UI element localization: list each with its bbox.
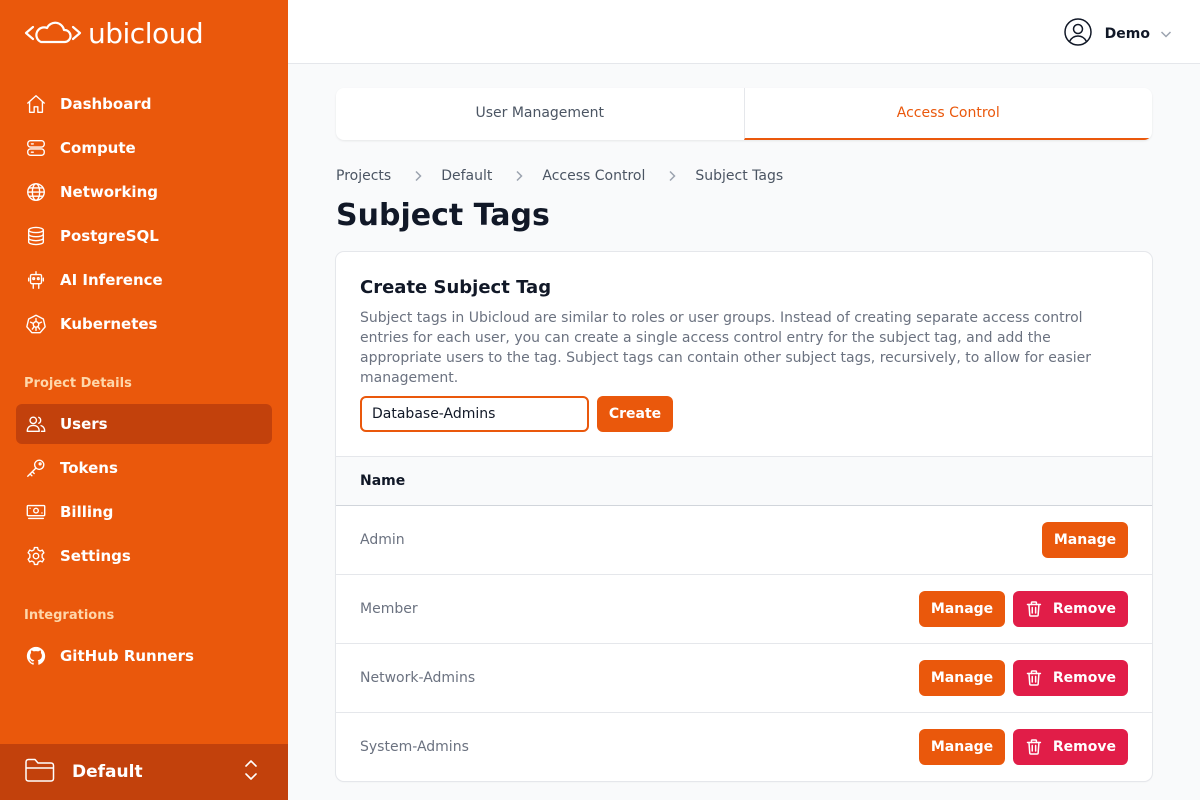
top-bar: Demo bbox=[288, 0, 1200, 64]
table-row: Network-Admins Manage Remove bbox=[336, 644, 1152, 713]
sidebar-item-label: Kubernetes bbox=[60, 315, 158, 333]
sidebar-item-tokens[interactable]: Tokens bbox=[16, 448, 272, 488]
manage-button[interactable]: Manage bbox=[919, 660, 1005, 696]
tab-access-control[interactable]: Access Control bbox=[743, 88, 1152, 140]
sidebar-item-dashboard[interactable]: Dashboard bbox=[16, 84, 272, 124]
create-row: Create bbox=[360, 396, 1128, 432]
brand-name: ubicloud bbox=[88, 16, 204, 50]
remove-label: Remove bbox=[1052, 670, 1116, 686]
tab-user-management[interactable]: User Management bbox=[336, 88, 744, 140]
main-content: User Management Access Control Projects … bbox=[336, 88, 1152, 781]
subject-tag-name: Network-Admins bbox=[360, 670, 476, 686]
chevron-down-icon bbox=[1160, 25, 1172, 44]
server-icon bbox=[24, 136, 48, 160]
sidebar-item-label: Tokens bbox=[60, 459, 118, 477]
create-description: Subject tags in Ubicloud are similar to … bbox=[360, 310, 1092, 386]
project-name: Default bbox=[72, 762, 143, 782]
user-menu[interactable]: Demo bbox=[1063, 17, 1172, 51]
remove-button[interactable]: Remove bbox=[1013, 660, 1128, 696]
breadcrumb: Projects Default Access Control Subject … bbox=[336, 166, 1152, 186]
sidebar-item-label: GitHub Runners bbox=[60, 647, 194, 665]
row-actions: Manage Remove bbox=[919, 729, 1128, 765]
tab-bar: User Management Access Control bbox=[336, 88, 1152, 140]
users-icon bbox=[24, 412, 48, 436]
remove-label: Remove bbox=[1052, 601, 1116, 617]
subject-tag-name: Admin bbox=[360, 532, 405, 548]
key-icon bbox=[24, 456, 48, 480]
manage-button[interactable]: Manage bbox=[919, 729, 1005, 765]
database-icon bbox=[24, 224, 48, 248]
main-nav: Dashboard Compute Networking PostgreSQL … bbox=[16, 84, 272, 348]
sidebar-item-label: AI Inference bbox=[60, 271, 163, 289]
project-switcher[interactable]: Default bbox=[0, 744, 288, 800]
manage-button[interactable]: Manage bbox=[919, 591, 1005, 627]
gear-icon bbox=[24, 544, 48, 568]
user-name: Demo bbox=[1104, 26, 1150, 42]
create-subject-tag-form: Create Subject Tag Subject tags in Ubicl… bbox=[336, 252, 1152, 456]
manage-button[interactable]: Manage bbox=[1042, 522, 1128, 558]
create-title: Create Subject Tag bbox=[360, 277, 552, 298]
project-nav: Users Tokens Billing Settings bbox=[16, 404, 272, 580]
folder-icon bbox=[24, 756, 56, 788]
remove-button[interactable]: Remove bbox=[1013, 591, 1128, 627]
robot-icon bbox=[24, 268, 48, 292]
sidebar: ubicloud Dashboard Compute Networking Po… bbox=[0, 0, 288, 800]
globe-icon bbox=[24, 180, 48, 204]
remove-button[interactable]: Remove bbox=[1013, 729, 1128, 765]
page-title: Subject Tags bbox=[336, 198, 550, 233]
sidebar-item-label: Dashboard bbox=[60, 95, 152, 113]
github-icon bbox=[24, 644, 48, 668]
trash-icon bbox=[1026, 739, 1042, 755]
create-button[interactable]: Create bbox=[597, 396, 673, 432]
subject-tag-name-input[interactable] bbox=[360, 396, 589, 432]
sidebar-item-compute[interactable]: Compute bbox=[16, 128, 272, 168]
sidebar-item-users[interactable]: Users bbox=[16, 404, 272, 444]
remove-label: Remove bbox=[1052, 739, 1116, 755]
row-actions: Manage Remove bbox=[919, 591, 1128, 627]
breadcrumb-access-control[interactable]: Access Control bbox=[542, 168, 645, 184]
sidebar-item-label: Users bbox=[60, 415, 108, 433]
sidebar-item-networking[interactable]: Networking bbox=[16, 172, 272, 212]
cloud-logo-icon bbox=[24, 21, 82, 44]
table-row: Member Manage Remove bbox=[336, 575, 1152, 644]
sidebar-item-settings[interactable]: Settings bbox=[16, 536, 272, 576]
sidebar-item-github-runners[interactable]: GitHub Runners bbox=[16, 636, 272, 676]
chevron-right-icon bbox=[413, 170, 423, 182]
subject-tags-card: Create Subject Tag Subject tags in Ubicl… bbox=[336, 252, 1152, 781]
subject-tag-name: Member bbox=[360, 601, 418, 617]
breadcrumb-default[interactable]: Default bbox=[441, 168, 492, 184]
integrations-nav: GitHub Runners bbox=[16, 636, 272, 680]
sidebar-item-label: Billing bbox=[60, 503, 114, 521]
row-actions: Manage Remove bbox=[919, 660, 1128, 696]
user-circle-icon bbox=[1063, 17, 1093, 51]
chevron-up-down-icon bbox=[242, 757, 260, 787]
sidebar-item-billing[interactable]: Billing bbox=[16, 492, 272, 532]
chevron-right-icon bbox=[514, 170, 524, 182]
table-header: Name bbox=[336, 456, 1152, 506]
section-title-integrations: Integrations bbox=[24, 608, 115, 623]
chevron-right-icon bbox=[667, 170, 677, 182]
sidebar-item-label: PostgreSQL bbox=[60, 227, 159, 245]
home-icon bbox=[24, 92, 48, 116]
banknote-icon bbox=[24, 500, 48, 524]
table-row: Admin Manage bbox=[336, 506, 1152, 575]
table-row: System-Admins Manage Remove bbox=[336, 713, 1152, 781]
sidebar-item-postgresql[interactable]: PostgreSQL bbox=[16, 216, 272, 256]
sidebar-item-label: Compute bbox=[60, 139, 136, 157]
breadcrumb-subject-tags[interactable]: Subject Tags bbox=[695, 168, 783, 184]
sidebar-item-label: Settings bbox=[60, 547, 131, 565]
section-title-project-details: Project Details bbox=[24, 376, 132, 391]
column-header-name: Name bbox=[360, 473, 406, 489]
ubicloud-logo[interactable]: ubicloud bbox=[24, 16, 204, 50]
subject-tag-name: System-Admins bbox=[360, 739, 469, 755]
row-actions: Manage bbox=[1042, 522, 1128, 558]
sidebar-item-label: Networking bbox=[60, 183, 158, 201]
breadcrumb-projects[interactable]: Projects bbox=[336, 168, 391, 184]
sidebar-item-kubernetes[interactable]: Kubernetes bbox=[16, 304, 272, 344]
trash-icon bbox=[1026, 601, 1042, 617]
trash-icon bbox=[1026, 670, 1042, 686]
helm-icon bbox=[24, 312, 48, 336]
sidebar-item-ai-inference[interactable]: AI Inference bbox=[16, 260, 272, 300]
